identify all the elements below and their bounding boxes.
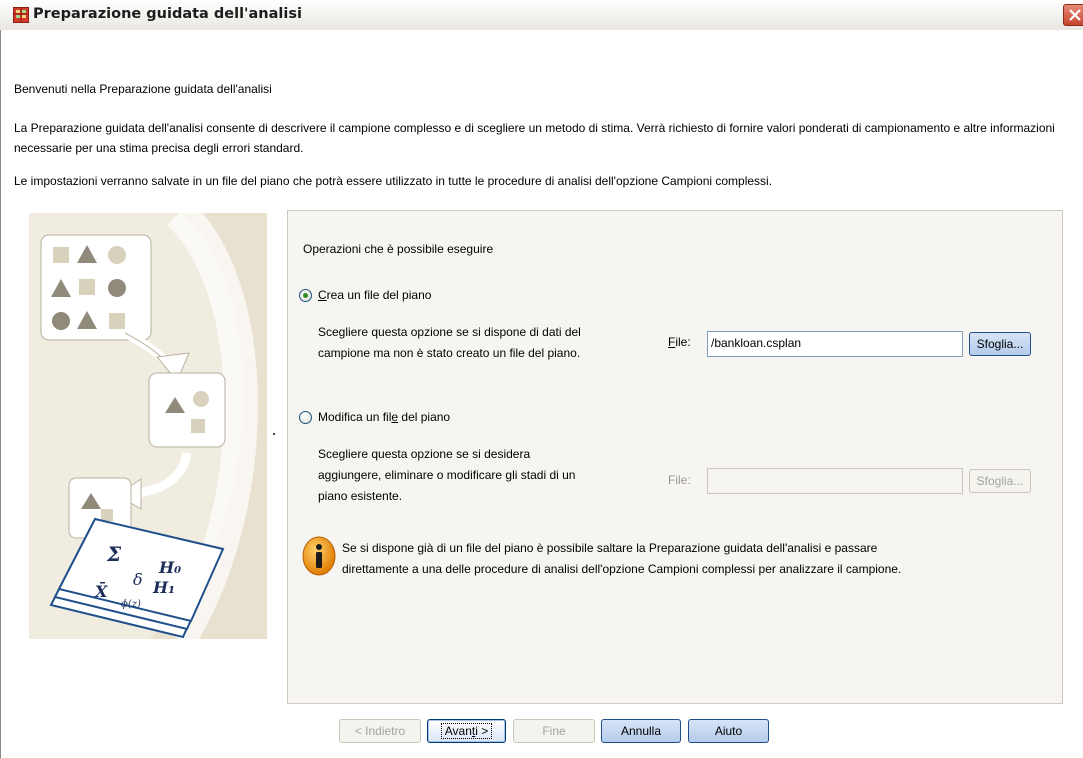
dot-marker — [273, 433, 275, 435]
formula-sigma: Σ — [106, 542, 122, 566]
radio-modify-label[interactable]: Modifica un file del piano — [318, 410, 450, 424]
info-line2: direttamente a una delle procedure di an… — [342, 562, 902, 576]
cancel-button[interactable]: Annulla — [601, 719, 681, 743]
intro-paragraph-2: Le impostazioni verranno salvate in un f… — [14, 174, 773, 188]
modify-file-label: File: — [668, 473, 691, 487]
window-title: Preparazione guidata dell'analisi — [33, 6, 302, 22]
radio-create-label[interactable]: Crea un file del piano — [318, 288, 431, 302]
modify-description-line2: aggiungere, eliminare o modificare gli s… — [318, 468, 576, 482]
modify-browse-button[interactable]: Sfoglia... — [969, 469, 1031, 493]
analysis-flow-illustration: Σ H₀ δ H₁ X̄ ϕ(z) — [40, 213, 267, 639]
modify-description-line3: piano esistente. — [318, 489, 403, 503]
info-icon — [302, 536, 336, 576]
radio-modify-plan[interactable] — [299, 411, 312, 424]
modify-description-line1: Scegliere questa opzione se si desidera — [318, 447, 531, 461]
info-line1: Se si dispone già di un file del piano è… — [342, 541, 878, 555]
title-bar[interactable]: Preparazione guidata dell'analisi — [0, 0, 1083, 31]
help-button[interactable]: Aiuto — [688, 719, 769, 743]
finish-button[interactable]: Fine — [513, 719, 595, 743]
welcome-heading: Benvenuti nella Preparazione guidata del… — [14, 82, 272, 96]
create-file-label: File: — [668, 335, 691, 349]
modify-file-input[interactable] — [707, 468, 963, 494]
back-button[interactable]: < Indietro — [339, 719, 421, 743]
wizard-window: Preparazione guidata dell'analisi Benven… — [0, 0, 1083, 758]
formula-h0: H₀ — [158, 558, 181, 577]
create-description-line1: Scegliere questa opzione se si dispone d… — [318, 325, 581, 339]
close-icon — [1069, 9, 1081, 21]
next-button[interactable]: Avanti > — [427, 719, 506, 743]
panel-question: Operazioni che è possibile eseguire — [303, 242, 494, 256]
create-file-input[interactable]: /bankloan.csplan — [707, 331, 963, 357]
spreadsheet-icon — [13, 7, 29, 23]
intro-paragraph-1: La Preparazione guidata dell'analisi con… — [14, 121, 1055, 155]
formula-phi: ϕ(z) — [121, 599, 141, 610]
create-description-line2: campione ma non è stato creato un file d… — [318, 346, 581, 360]
formula-delta: δ — [133, 570, 143, 589]
radio-create-plan[interactable] — [299, 289, 312, 302]
wizard-illustration: Σ H₀ δ H₁ X̄ ϕ(z) — [29, 213, 267, 639]
formula-xbar: X̄ — [94, 581, 108, 601]
close-button[interactable] — [1063, 4, 1083, 26]
create-browse-button[interactable]: Sfoglia... — [969, 332, 1031, 356]
formula-h1: H₁ — [152, 578, 175, 597]
